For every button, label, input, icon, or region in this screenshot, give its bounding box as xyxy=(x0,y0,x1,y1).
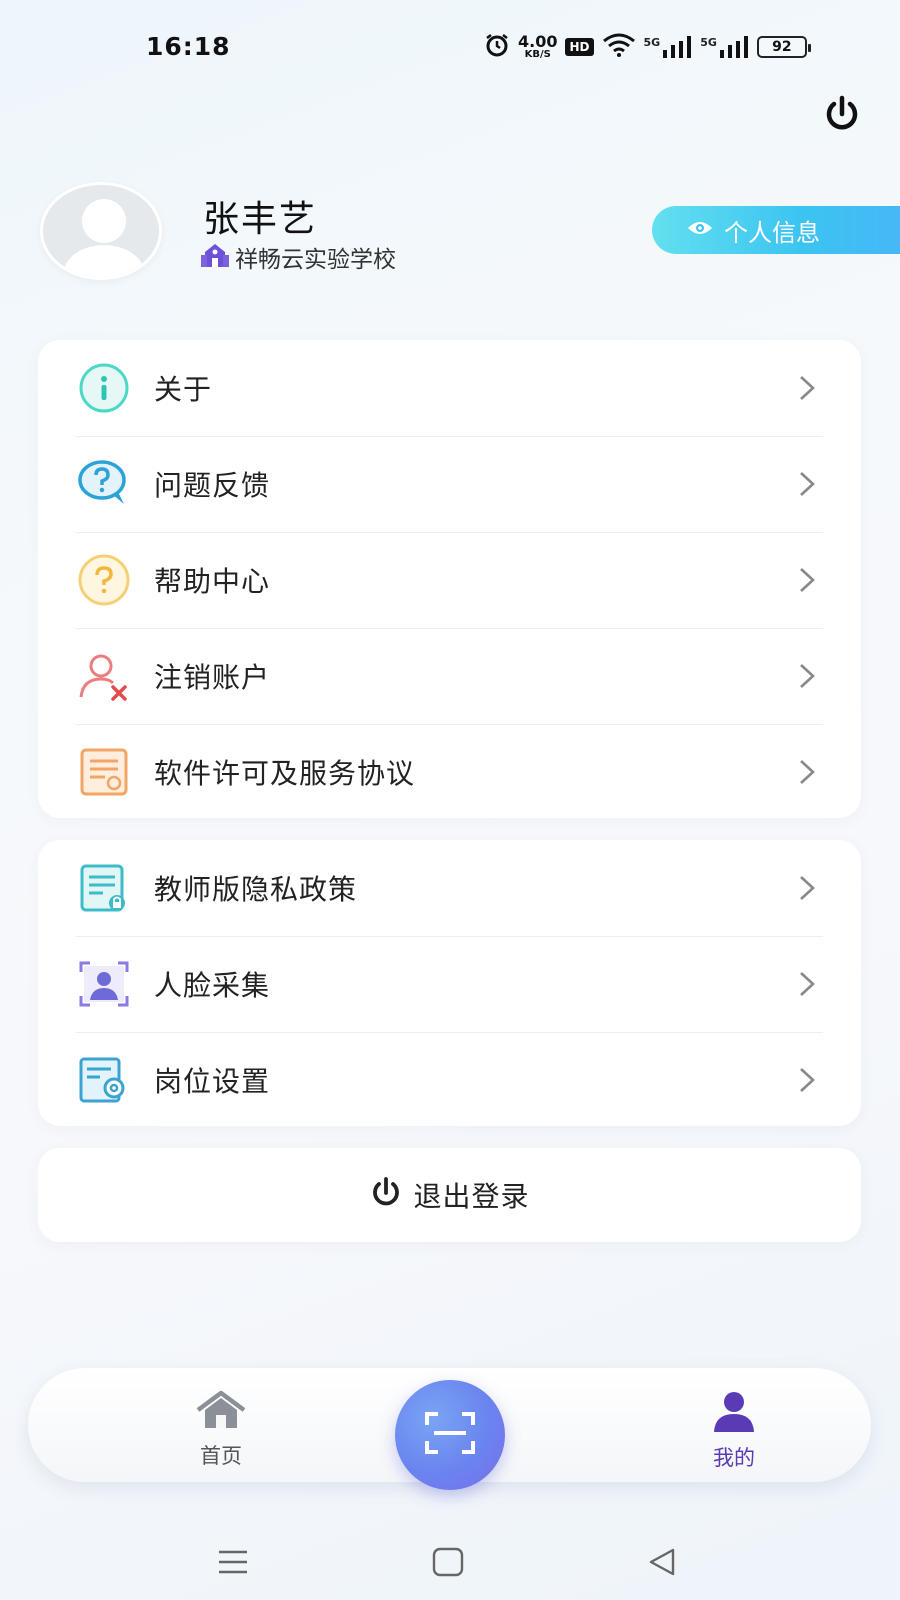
alarm-icon xyxy=(484,32,510,62)
power-icon xyxy=(369,1176,403,1214)
menu-item-label: 问题反馈 xyxy=(154,469,271,502)
school-name: 祥畅云实验学校 xyxy=(235,247,396,273)
chevron-right-icon xyxy=(797,873,817,903)
logout-button[interactable]: 退出登录 xyxy=(38,1148,861,1242)
feedback-icon xyxy=(76,456,132,512)
system-nav-bar xyxy=(0,1510,900,1600)
signal-2-label: 5G xyxy=(700,36,717,49)
menu-item-delete-account[interactable]: 注销账户 xyxy=(38,628,861,724)
personal-info-button[interactable]: 个人信息 xyxy=(652,206,900,254)
user-icon xyxy=(712,1390,756,1436)
school-icon xyxy=(201,242,229,272)
logout-label: 退出登录 xyxy=(413,1180,530,1213)
status-time: 16:18 xyxy=(146,32,231,61)
user-name: 张丰艺 xyxy=(203,199,318,240)
menu-card-teacher: 教师版隐私政策 人脸采集 岗位设置 xyxy=(38,840,861,1126)
menu-item-label: 岗位设置 xyxy=(154,1065,271,1098)
net-speed-unit: KB/S xyxy=(524,49,551,60)
battery-level: 92 xyxy=(772,39,792,55)
menu-card-general: 关于 问题反馈 帮助中心 注销账户 软件许可及服务协议 xyxy=(38,340,861,818)
school-row: 祥畅云实验学校 xyxy=(201,240,396,274)
chevron-right-icon xyxy=(797,1065,817,1095)
tab-home[interactable]: 首页 xyxy=(161,1390,281,1470)
delete-account-icon xyxy=(76,648,132,704)
tab-bar: 首页 我的 xyxy=(28,1368,871,1490)
menu-item-license[interactable]: 软件许可及服务协议 xyxy=(38,724,861,820)
chevron-right-icon xyxy=(797,469,817,499)
chevron-right-icon xyxy=(797,565,817,595)
menu-item-feedback[interactable]: 问题反馈 xyxy=(38,436,861,532)
signal-icon: 5G xyxy=(700,36,749,58)
battery-icon: 92 xyxy=(756,36,811,58)
menu-item-label: 帮助中心 xyxy=(154,565,271,598)
home-square-icon[interactable] xyxy=(428,1542,468,1582)
menu-item-label: 关于 xyxy=(154,373,213,406)
menu-item-label: 注销账户 xyxy=(154,661,271,694)
net-speed: 4.00 KB/S xyxy=(518,34,557,60)
tab-mine-label: 我的 xyxy=(713,1446,755,1470)
tab-mine[interactable]: 我的 xyxy=(674,1390,794,1472)
eye-icon xyxy=(686,216,714,244)
face-capture-icon xyxy=(76,956,132,1012)
back-icon[interactable] xyxy=(642,1542,682,1582)
profile-header: 张丰艺 祥畅云实验学校 个人信息 xyxy=(0,170,900,290)
status-bar: 16:18 4.00 KB/S HD 5G 5G 92 xyxy=(0,0,900,96)
signal-1-label: 5G xyxy=(643,36,661,49)
license-icon xyxy=(76,744,132,800)
privacy-icon xyxy=(76,860,132,916)
power-icon[interactable] xyxy=(822,94,862,134)
chevron-right-icon xyxy=(797,969,817,999)
tab-home-label: 首页 xyxy=(200,1444,242,1468)
scan-icon xyxy=(424,1411,476,1459)
help-icon xyxy=(76,552,132,608)
menu-item-label: 软件许可及服务协议 xyxy=(154,757,416,790)
personal-info-label: 个人信息 xyxy=(724,218,820,247)
net-speed-value: 4.00 xyxy=(518,32,558,51)
chevron-right-icon xyxy=(797,757,817,787)
menu-item-about[interactable]: 关于 xyxy=(38,340,861,436)
wifi-icon xyxy=(602,33,636,61)
menu-item-label: 教师版隐私政策 xyxy=(154,873,358,906)
menu-item-face-capture[interactable]: 人脸采集 xyxy=(38,936,861,1032)
menu-icon[interactable] xyxy=(213,1542,253,1582)
menu-item-label: 人脸采集 xyxy=(154,969,271,1002)
scan-button[interactable] xyxy=(395,1380,505,1490)
info-icon xyxy=(76,360,132,416)
chevron-right-icon xyxy=(797,373,817,403)
home-icon xyxy=(194,1390,248,1434)
menu-item-help[interactable]: 帮助中心 xyxy=(38,532,861,628)
hd-badge: HD xyxy=(565,38,594,56)
chevron-right-icon xyxy=(797,661,817,691)
avatar[interactable] xyxy=(40,182,162,280)
status-icons: 4.00 KB/S HD 5G 5G 92 xyxy=(484,30,811,64)
position-settings-icon xyxy=(76,1052,132,1108)
menu-item-privacy-policy[interactable]: 教师版隐私政策 xyxy=(38,840,861,936)
signal-icon: 5G xyxy=(644,36,693,58)
menu-item-position-settings[interactable]: 岗位设置 xyxy=(38,1032,861,1128)
